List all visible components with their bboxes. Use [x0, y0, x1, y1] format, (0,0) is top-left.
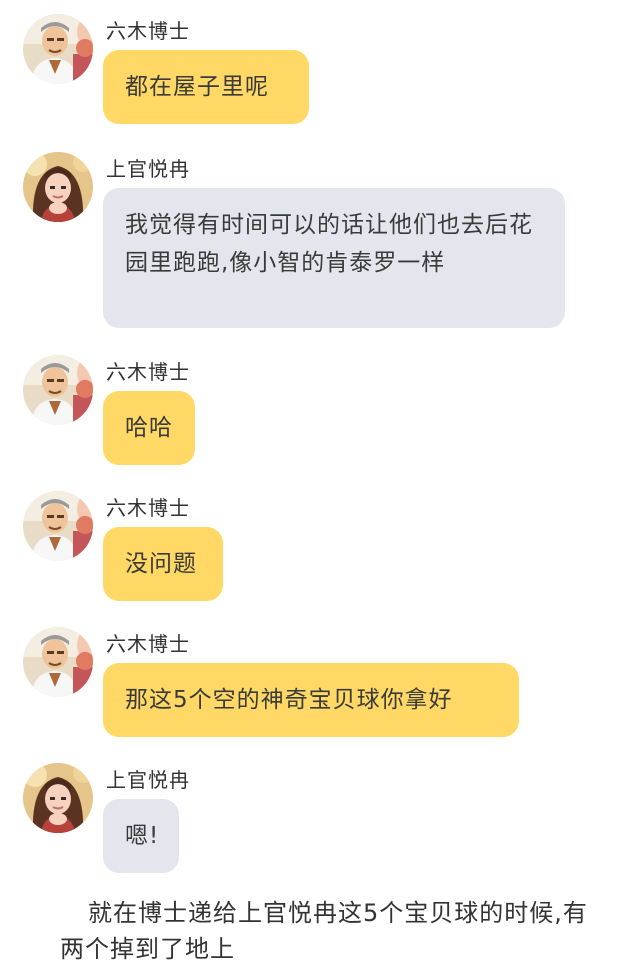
message-bubble[interactable]: 那这5个空的神奇宝贝球你拿好 — [103, 663, 519, 737]
sender-name: 六木博士 — [106, 360, 190, 384]
message-bubble[interactable]: 没问题 — [103, 527, 223, 601]
sender-name: 上官悦冉 — [106, 157, 190, 181]
message-text: 我觉得有时间可以的话让他们也去后花园里跑跑,像小智的肯泰罗一样 — [125, 212, 533, 276]
oak-avatar-icon[interactable] — [23, 355, 93, 425]
oak-avatar-icon[interactable] — [23, 14, 93, 84]
sender-name: 六木博士 — [106, 496, 190, 520]
sender-name: 六木博士 — [106, 19, 190, 43]
story-caption: 就在博士递给上官悦冉这5个宝贝球的时候,有两个掉到了地上 — [60, 899, 588, 963]
message-text: 嗯! — [125, 823, 160, 849]
message-text: 都在屋子里呢 — [125, 74, 269, 100]
girl-avatar-icon[interactable] — [23, 763, 93, 833]
girl-avatar-icon[interactable] — [23, 152, 93, 222]
message-bubble[interactable]: 都在屋子里呢 — [103, 50, 309, 124]
oak-avatar-icon[interactable] — [23, 627, 93, 697]
sender-name: 六木博士 — [106, 632, 190, 656]
message-bubble[interactable]: 哈哈 — [103, 391, 195, 465]
message-bubble[interactable]: 嗯! — [103, 799, 179, 873]
message-text: 哈哈 — [125, 415, 173, 441]
oak-avatar-icon[interactable] — [23, 491, 93, 561]
message-text: 那这5个空的神奇宝贝球你拿好 — [125, 687, 453, 713]
sender-name: 上官悦冉 — [106, 768, 190, 792]
message-bubble[interactable]: 我觉得有时间可以的话让他们也去后花园里跑跑,像小智的肯泰罗一样 — [103, 188, 565, 328]
message-text: 没问题 — [125, 551, 197, 577]
